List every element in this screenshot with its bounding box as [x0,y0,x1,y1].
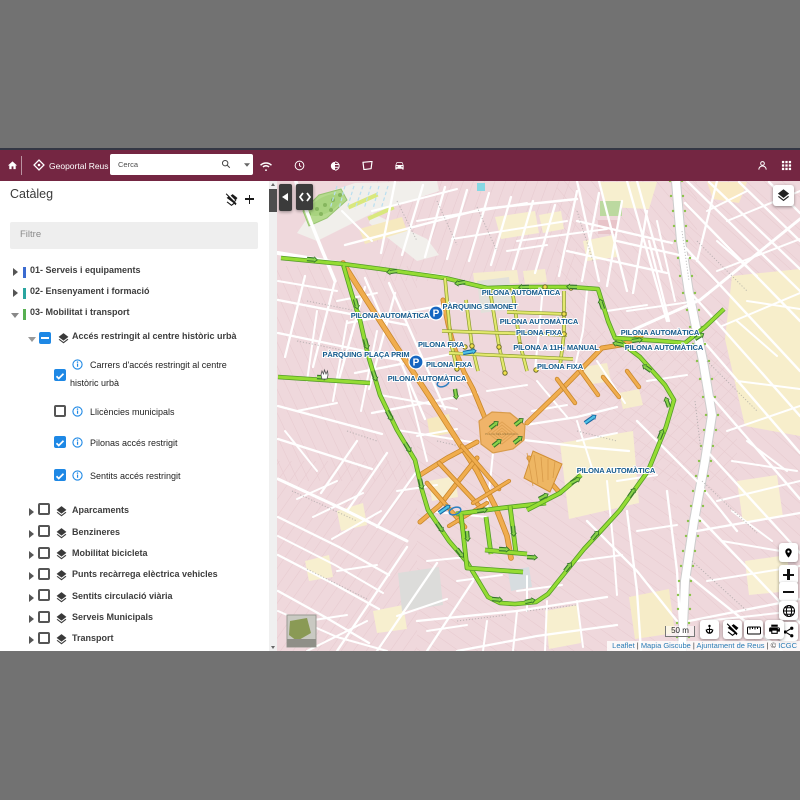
svg-text:PILONA FIXA: PILONA FIXA [426,360,473,369]
svg-text:P: P [433,309,440,320]
svg-text:PILONA AUTOMÀTICA: PILONA AUTOMÀTICA [388,374,467,383]
svg-text:PILONA FIXA: PILONA FIXA [418,340,465,349]
svg-text:PILONA FIXA: PILONA FIXA [516,328,563,337]
svg-text:PLACA DEL MERCADAL: PLACA DEL MERCADAL [485,432,519,436]
svg-text:P: P [413,358,420,369]
svg-text:PILONA A 11H- MANUAL: PILONA A 11H- MANUAL [513,343,599,352]
svg-text:PÀRQUING SIMONET: PÀRQUING SIMONET [442,302,518,311]
svg-text:PÀRQUING PLAÇA PRIM: PÀRQUING PLAÇA PRIM [323,350,410,359]
svg-text:PILONA AUTOMÀTICA: PILONA AUTOMÀTICA [625,343,704,352]
svg-text:PILONA FIXA: PILONA FIXA [537,362,584,371]
svg-text:PILONA AUTOMÀTICA: PILONA AUTOMÀTICA [351,311,430,320]
svg-text:PILONA AUTOMÀTICA: PILONA AUTOMÀTICA [621,328,700,337]
svg-text:PILONA AUTOMÀTICA: PILONA AUTOMÀTICA [500,317,579,326]
svg-text:PILONA AUTOMÀTICA: PILONA AUTOMÀTICA [482,288,561,297]
svg-text:PILONA AUTOMÀTICA: PILONA AUTOMÀTICA [577,466,656,475]
